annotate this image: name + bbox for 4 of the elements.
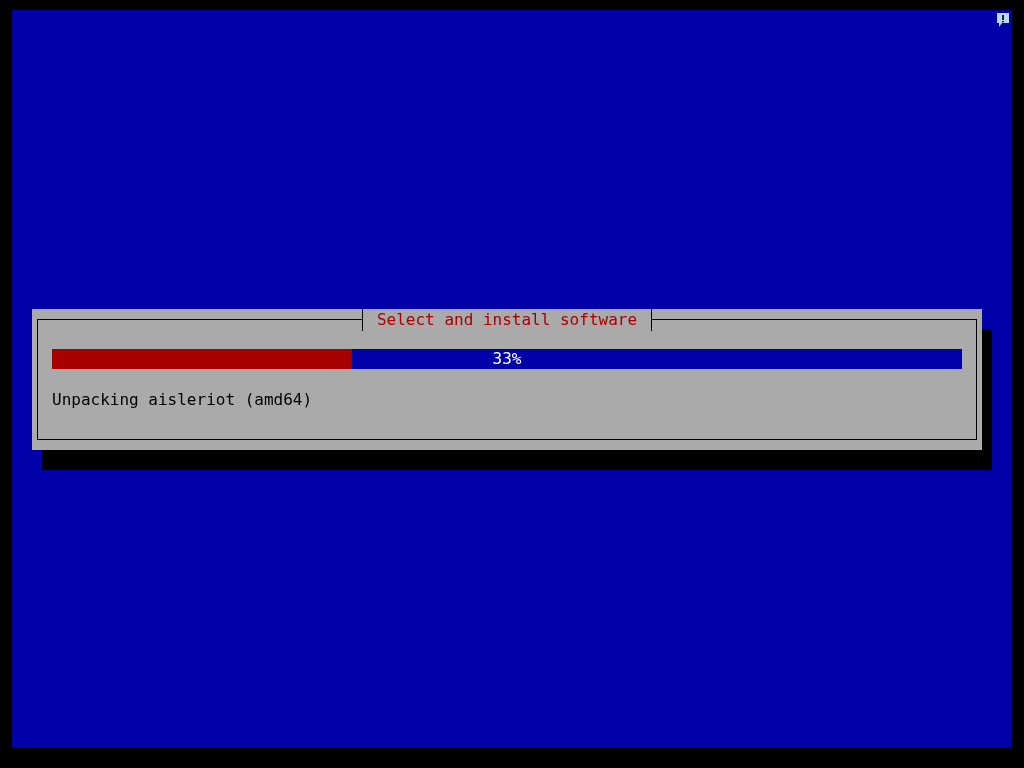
status-text: Unpacking aisleriot (amd64) <box>52 388 314 411</box>
progress-reading: 33% <box>492 348 522 369</box>
notification-icon[interactable] <box>996 12 1010 28</box>
dialog-title: Select and install software <box>361 308 653 331</box>
